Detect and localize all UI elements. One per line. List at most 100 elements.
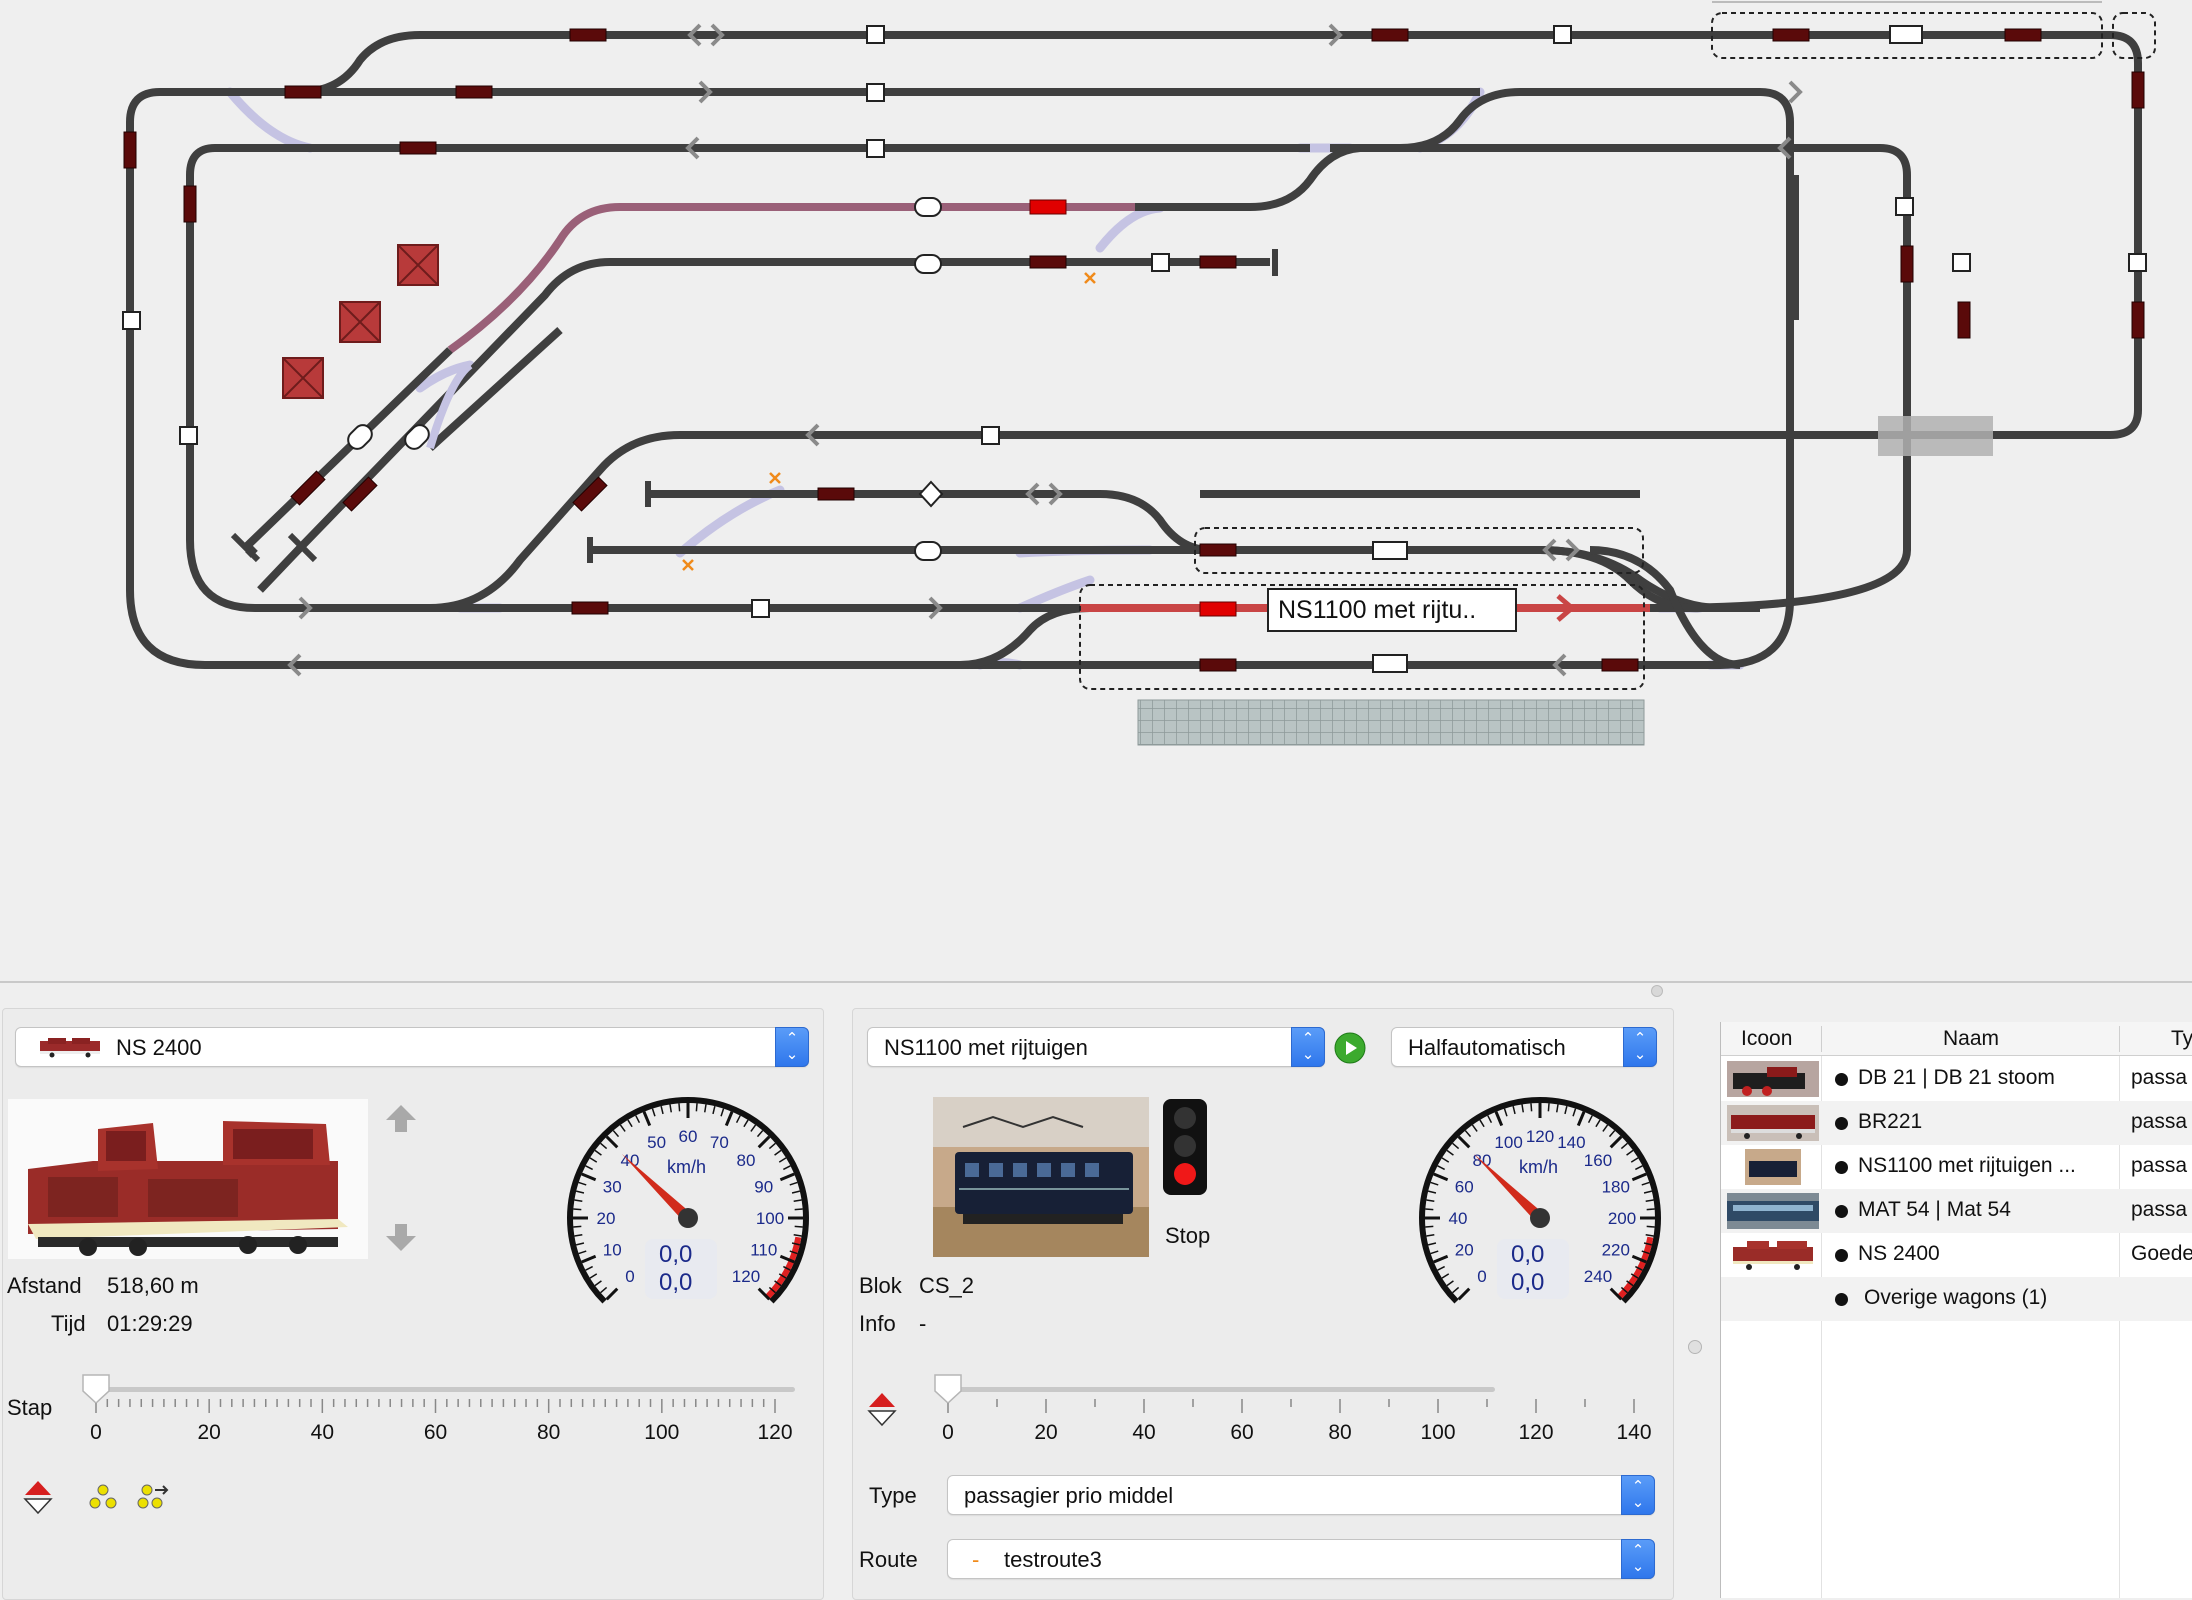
direction-toggle-icon[interactable] bbox=[23, 1479, 53, 1515]
gauge-tick bbox=[695, 1103, 698, 1112]
gauge-label: 20 bbox=[597, 1209, 616, 1228]
switch-x-markers bbox=[682, 272, 1096, 571]
gauge-tick bbox=[789, 1181, 798, 1186]
speed-slider-thumb[interactable] bbox=[81, 1373, 111, 1403]
speed-readout-2: 0,0 bbox=[659, 1269, 693, 1296]
gauge-tick bbox=[1576, 1111, 1586, 1127]
speed-slider-thumb[interactable] bbox=[933, 1373, 963, 1403]
gauge-tick bbox=[578, 1250, 587, 1255]
gauge-tick bbox=[589, 1273, 598, 1279]
direction-arrows bbox=[287, 23, 1803, 677]
gauge-tick bbox=[1430, 1250, 1439, 1255]
gauge-tick bbox=[600, 1142, 608, 1150]
mode-select-value: Halfautomatisch bbox=[1408, 1035, 1566, 1060]
gauge-tick bbox=[1530, 1103, 1533, 1112]
gauge-label: 180 bbox=[1602, 1178, 1630, 1197]
train-select[interactable]: NS1100 met rijtuigen ⌃ ⌄ bbox=[867, 1027, 1325, 1067]
speed-unit-label: km/h bbox=[667, 1157, 707, 1177]
gauge-tick bbox=[794, 1208, 803, 1211]
gauge-tick bbox=[1452, 1286, 1460, 1294]
step-up-arrow-icon[interactable] bbox=[383, 1102, 419, 1134]
train-list-table[interactable]: Icoon Naam Ty DB 21 | DB 21 stoom passa … bbox=[1720, 1022, 2192, 1598]
gauge-label: 160 bbox=[1584, 1151, 1612, 1170]
table-row[interactable]: NS1100 met rijtuigen ... passa bbox=[1721, 1145, 2192, 1189]
column-header-name[interactable]: Naam bbox=[1943, 1027, 1999, 1051]
gauge-tick bbox=[589, 1157, 598, 1163]
gauge-label: 120 bbox=[732, 1267, 760, 1286]
block-value: CS_2 bbox=[919, 1273, 975, 1298]
gauge-hub bbox=[678, 1208, 698, 1228]
speed-readout-1: 0,0 bbox=[659, 1241, 693, 1268]
chevron-updown-icon[interactable]: ⌃ ⌄ bbox=[1291, 1027, 1325, 1067]
gauge-tick bbox=[1641, 1181, 1650, 1186]
gauge-tick bbox=[1626, 1149, 1634, 1156]
speed-slider-track[interactable] bbox=[95, 1387, 795, 1392]
route-select-value: testroute3 bbox=[1004, 1547, 1102, 1572]
table-row[interactable]: BR221 passa bbox=[1721, 1101, 2192, 1145]
row-name: NS1100 met rijtuigen ... bbox=[1858, 1154, 2076, 1177]
gauge-tick bbox=[735, 1115, 741, 1124]
ns2400-thumbnail bbox=[1727, 1237, 1819, 1273]
gauge-tick bbox=[1441, 1157, 1450, 1163]
gauge-tick bbox=[619, 1124, 626, 1132]
row-type: Goede bbox=[2131, 1242, 2192, 1265]
ns1100-thumbnail bbox=[1727, 1149, 1819, 1185]
gauge-label: 20 bbox=[1455, 1240, 1474, 1259]
loco-select[interactable]: NS 2400 ⌃ ⌄ bbox=[15, 1027, 809, 1067]
table-row[interactable]: Overige wagons (1) bbox=[1721, 1277, 2192, 1321]
chevron-updown-icon[interactable]: ⌃ ⌄ bbox=[1621, 1475, 1655, 1515]
step-down-arrow-icon[interactable] bbox=[383, 1221, 419, 1253]
route-select[interactable]: - testroute3 ⌃ ⌄ bbox=[947, 1539, 1655, 1579]
gauge-tick bbox=[768, 1142, 776, 1150]
gauge-tick bbox=[651, 1108, 656, 1117]
train-label[interactable]: NS1100 met rijtu.. bbox=[1267, 588, 1517, 632]
train-control-panel: NS1100 met rijtuigen ⌃ ⌄ Halfautomatisch … bbox=[852, 1008, 1674, 1600]
table-row[interactable]: MAT 54 | Mat 54 passa bbox=[1721, 1189, 2192, 1233]
speed-slider-track[interactable] bbox=[937, 1387, 1495, 1392]
play-icon[interactable] bbox=[1333, 1031, 1367, 1065]
row-name: BR221 bbox=[1858, 1110, 1923, 1133]
slider-tick-label: 120 bbox=[1518, 1421, 1554, 1444]
gauge-tick bbox=[1608, 1130, 1616, 1138]
loco-control-panel: NS 2400 ⌃ ⌄ Afstand 518,60 m Tijd 01:29:2… bbox=[2, 1008, 824, 1600]
gauge-tick bbox=[678, 1103, 681, 1112]
speed-readout-2: 0,0 bbox=[1511, 1269, 1545, 1296]
table-row[interactable]: NS 2400 Goede bbox=[1721, 1233, 2192, 1277]
db21-thumbnail bbox=[1727, 1061, 1819, 1097]
gauge-label: 60 bbox=[1455, 1178, 1474, 1197]
reserved-route bbox=[447, 203, 1135, 354]
chevron-updown-icon[interactable]: ⌃ ⌄ bbox=[775, 1027, 809, 1067]
gauge-tick bbox=[660, 1106, 664, 1115]
speed-readout-box: 0,0 0,0 bbox=[645, 1239, 717, 1299]
speedometer-dial: 01020304050 60 708090100110120 bbox=[567, 1097, 809, 1304]
gauge-tick bbox=[1433, 1254, 1449, 1264]
column-header-icon[interactable]: Icoon bbox=[1741, 1027, 1792, 1051]
mode-select[interactable]: Halfautomatisch ⌃ ⌄ bbox=[1391, 1027, 1657, 1067]
train-select-value: NS1100 met rijtuigen bbox=[884, 1035, 1088, 1060]
column-header-type[interactable]: Ty bbox=[2171, 1027, 2192, 1051]
slider-tick-label: 60 bbox=[1230, 1421, 1254, 1444]
table-row[interactable]: DB 21 | DB 21 stoom passa bbox=[1721, 1057, 2192, 1101]
divider-grip[interactable] bbox=[1651, 985, 1663, 997]
train-label-text: NS1100 met rijtu.. bbox=[1278, 596, 1477, 624]
row-type: passa bbox=[2131, 1110, 2188, 1133]
chevron-updown-icon[interactable]: ⌃ ⌄ bbox=[1621, 1539, 1655, 1579]
distance-label: Afstand bbox=[7, 1273, 82, 1298]
type-select[interactable]: passagier prio middel ⌃ ⌄ bbox=[947, 1475, 1655, 1515]
function-group-icon[interactable] bbox=[87, 1483, 119, 1511]
panel-resize-grip[interactable] bbox=[1688, 1340, 1702, 1354]
function-forward-icon[interactable] bbox=[135, 1483, 171, 1511]
track-layout-view[interactable]: NS1100 met rijtu.. bbox=[0, 0, 2192, 980]
signal-state-label: Stop bbox=[1165, 1223, 1211, 1248]
chevron-updown-icon[interactable]: ⌃ ⌄ bbox=[1623, 1027, 1657, 1067]
gauge-label: 0 bbox=[625, 1267, 634, 1286]
gauge-label: 10 bbox=[603, 1240, 622, 1259]
gauge-label: 100 bbox=[756, 1209, 784, 1228]
gauge-tick bbox=[1646, 1208, 1655, 1211]
platform bbox=[1137, 699, 1645, 746]
train-photo bbox=[933, 1097, 1149, 1257]
gauge-tick bbox=[585, 1165, 594, 1171]
slider-ticks bbox=[947, 1399, 1635, 1413]
track-diagram[interactable] bbox=[0, 0, 2192, 980]
split-pane-divider[interactable] bbox=[0, 981, 2192, 983]
